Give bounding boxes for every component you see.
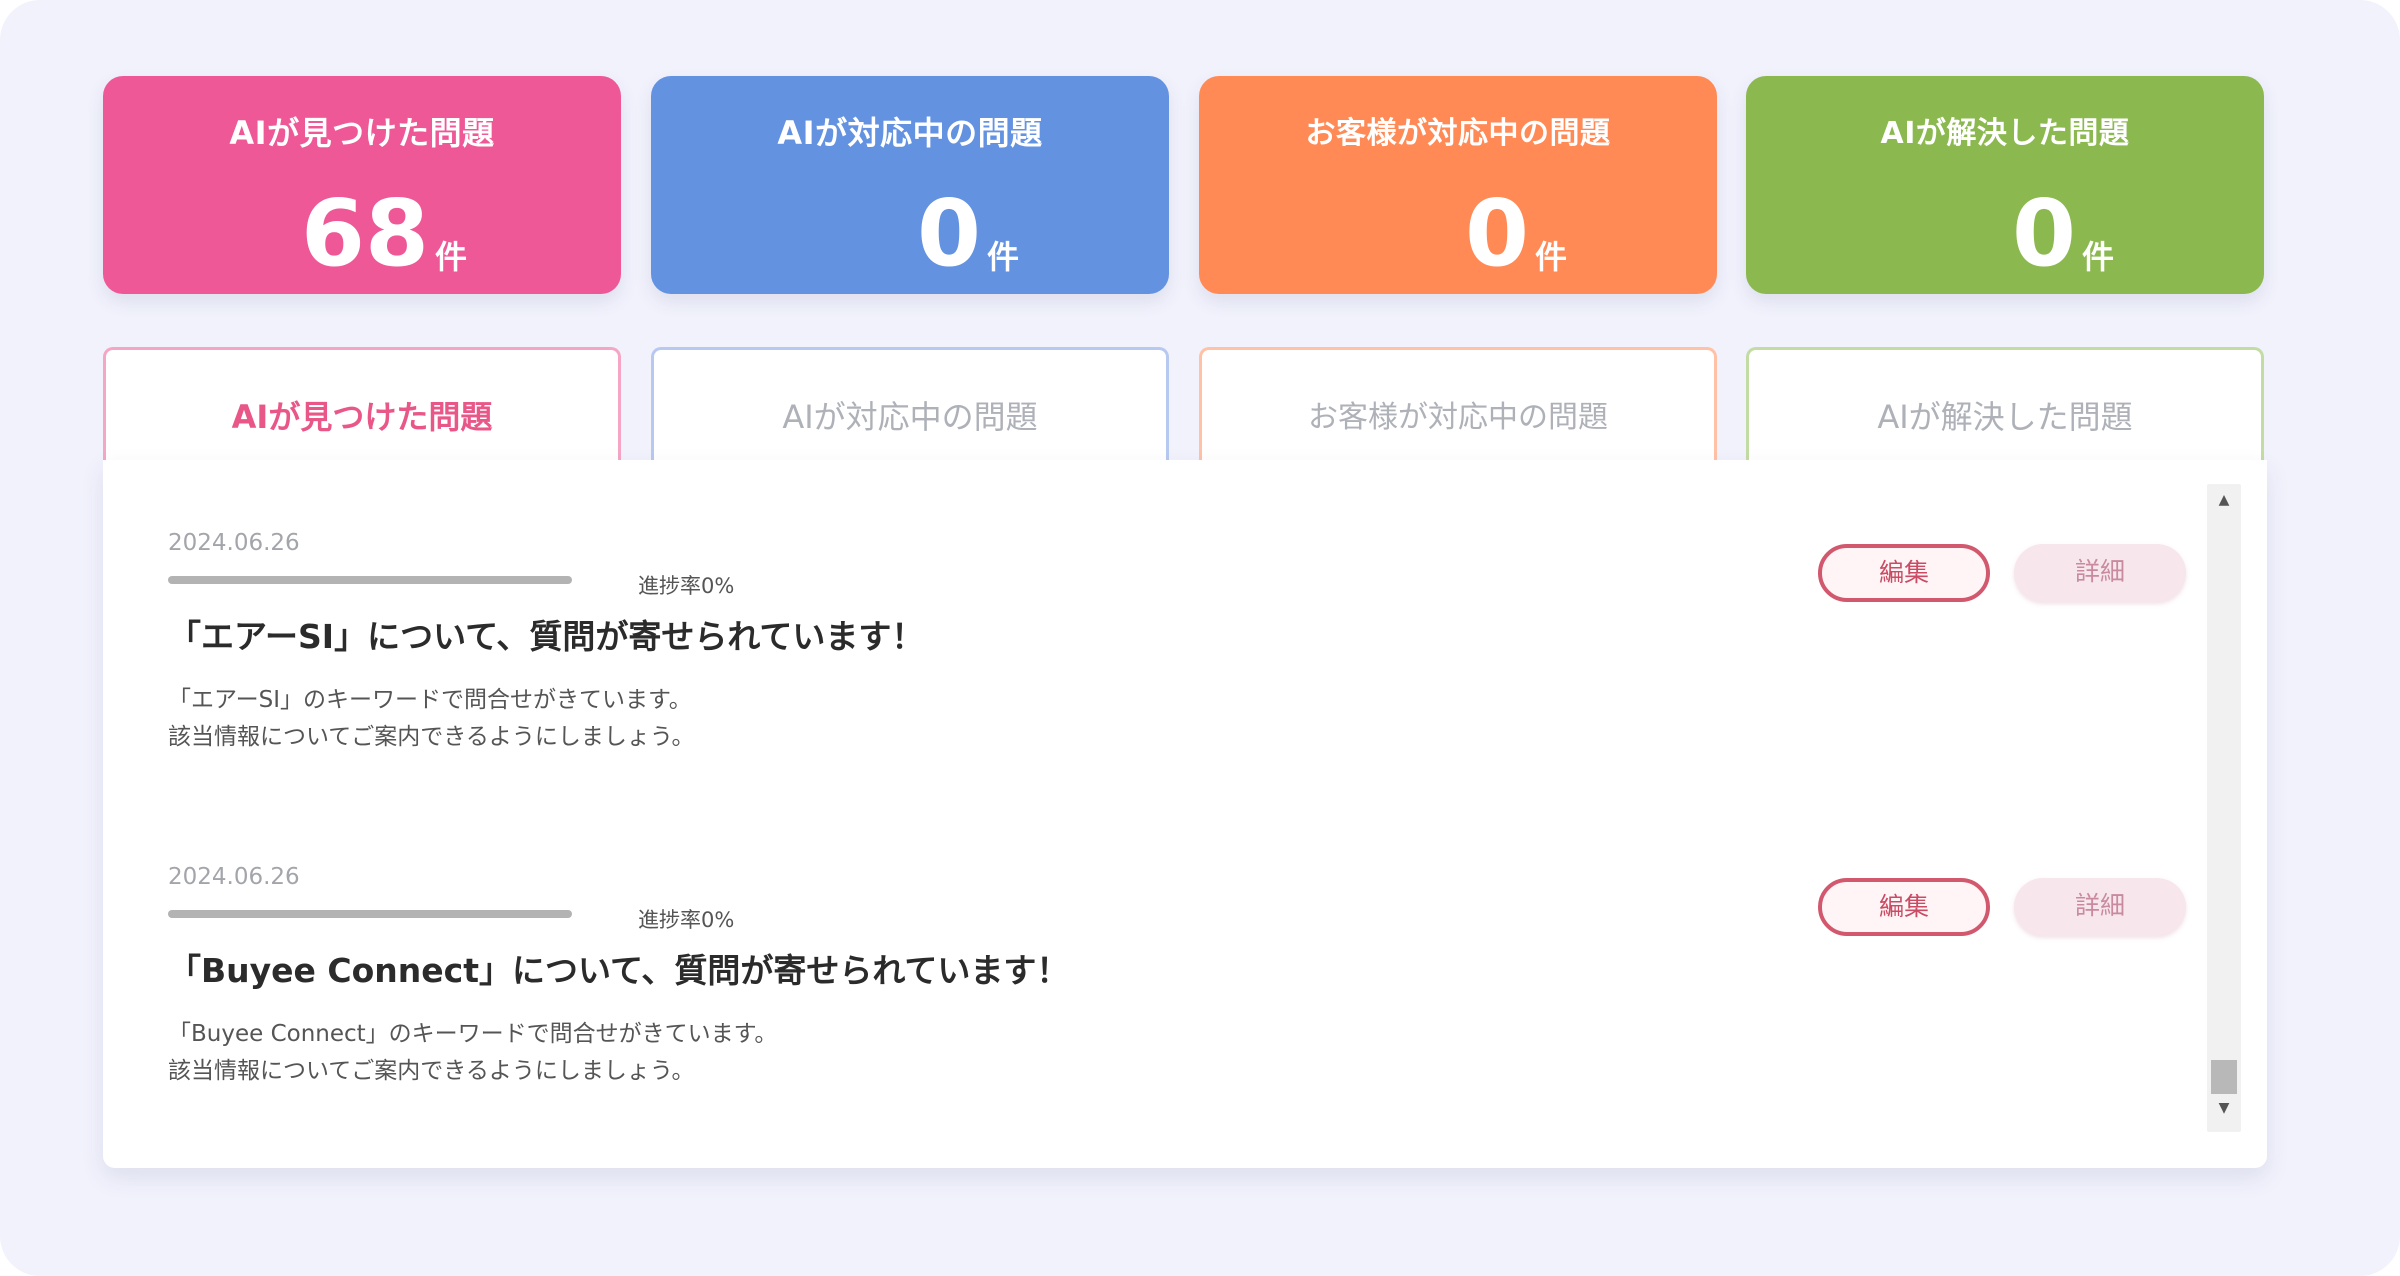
item-description: 「エアーSI」のキーワードで問合せがきています。 該当情報についてご案内できるよ…: [168, 682, 694, 756]
tab-label: AIが見つけた問題: [231, 398, 493, 436]
item-description-line: 該当情報についてご案内できるようにしましょう。: [168, 1058, 695, 1084]
tab-ai-in-progress[interactable]: AIが対応中の問題: [651, 347, 1169, 467]
item-description-line: 「エアーSI」のキーワードで問合せがきています。: [168, 687, 692, 713]
item-description-line: 「Buyee Connect」のキーワードで問合せがきています。: [168, 1021, 778, 1047]
stat-card-ai-found: AIが見つけた問題 68 件: [103, 76, 621, 294]
stat-card-customer-in-progress: お客様が対応中の問題 0 件: [1199, 76, 1717, 294]
stat-card-unit: 件: [1534, 238, 1567, 276]
vertical-scrollbar[interactable]: ▲ ▼: [2207, 484, 2241, 1132]
dashboard-page: AIが見つけた問題 68 件 AIが対応中の問題 0 件 お客様が対応中の問題 …: [0, 0, 2400, 1276]
stat-card-title: お客様が対応中の問題: [1305, 116, 1611, 151]
progress-label: 進捗率0%: [638, 908, 735, 932]
detail-button[interactable]: 詳細: [2014, 878, 2186, 936]
issue-list-panel: 2024.06.26 進捗率0% 「エアーSI」について、質問が寄せられています…: [103, 460, 2267, 1168]
item-date: 2024.06.26: [168, 864, 300, 890]
stat-card-unit: 件: [2081, 238, 2114, 276]
item-date: 2024.06.26: [168, 530, 300, 556]
tab-label: AIが解決した問題: [1877, 398, 2133, 436]
stat-card-title: AIが解決した問題: [1880, 116, 2130, 151]
stat-card-title: AIが見つけた問題: [229, 114, 495, 152]
progress-label: 進捗率0%: [638, 574, 735, 598]
progress-bar-fill: [168, 576, 572, 584]
item-description-line: 該当情報についてご案内できるようにしましょう。: [168, 724, 695, 750]
stat-card-value: 0: [1464, 180, 1529, 287]
tab-ai-resolved[interactable]: AIが解決した問題: [1746, 347, 2264, 467]
progress-bar-fill: [168, 910, 572, 918]
list-item: 2024.06.26 進捗率0% 「Buyee Connect」について、質問が…: [168, 794, 2186, 1084]
detail-button[interactable]: 詳細: [2014, 544, 2186, 602]
edit-button[interactable]: 編集: [1818, 878, 1990, 936]
edit-button[interactable]: 編集: [1818, 544, 1990, 602]
stat-card-value: 68: [300, 180, 429, 287]
tab-customer-in-progress[interactable]: お客様が対応中の問題: [1199, 347, 1717, 467]
stat-card-ai-in-progress: AIが対応中の問題 0 件: [651, 76, 1169, 294]
item-description: 「Buyee Connect」のキーワードで問合せがきています。 該当情報につい…: [168, 1016, 777, 1090]
list-item: 2024.06.26 進捗率0% 「エアーSI」について、質問が寄せられています…: [168, 460, 2186, 750]
stat-card-title: AIが対応中の問題: [777, 114, 1043, 152]
stat-card-ai-resolved: AIが解決した問題 0 件: [1746, 76, 2264, 294]
item-title: 「Buyee Connect」について、質問が寄せられています！: [168, 951, 1070, 990]
stat-card-unit: 件: [986, 238, 1019, 276]
stat-card-value: 0: [2011, 180, 2076, 287]
tab-ai-found[interactable]: AIが見つけた問題: [103, 347, 621, 467]
scroll-thumb[interactable]: [2211, 1060, 2237, 1094]
tab-label: お客様が対応中の問題: [1308, 400, 1608, 435]
item-title: 「エアーSI」について、質問が寄せられています！: [168, 617, 925, 656]
scroll-down-arrow-icon[interactable]: ▼: [2207, 1094, 2241, 1122]
progress-bar: [168, 576, 572, 584]
progress-bar: [168, 910, 572, 918]
stat-card-value: 0: [916, 180, 981, 287]
stat-card-unit: 件: [434, 238, 467, 276]
tab-label: AIが対応中の問題: [782, 398, 1038, 436]
scroll-up-arrow-icon[interactable]: ▲: [2207, 486, 2241, 514]
